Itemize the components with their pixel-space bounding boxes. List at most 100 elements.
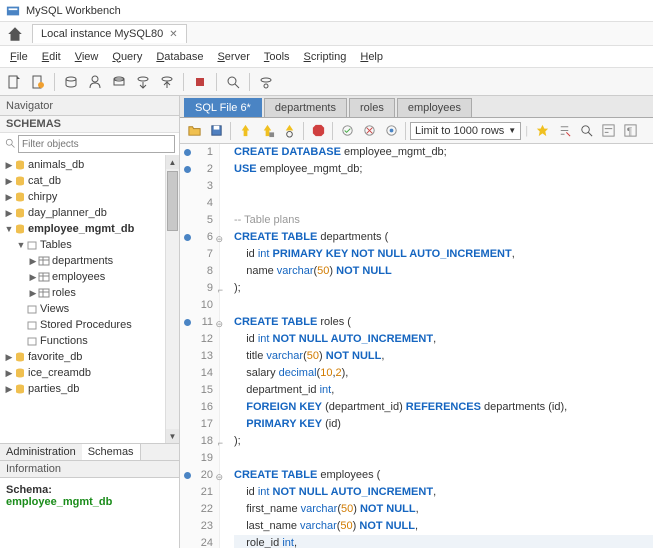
menu-help[interactable]: Help — [354, 49, 389, 65]
tree-item[interactable]: ▶parties_db — [0, 381, 179, 397]
main-toolbar — [0, 68, 653, 96]
tab-schemas[interactable]: Schemas — [82, 444, 141, 460]
svg-text:¶: ¶ — [626, 126, 632, 137]
open-file-icon[interactable] — [184, 121, 204, 141]
tree-item[interactable]: ▼Tables — [0, 237, 179, 253]
schemas-section: SCHEMAS — [0, 116, 179, 133]
menu-scripting[interactable]: Scripting — [298, 49, 353, 65]
connection-tab-label: Local instance MySQL80 — [41, 28, 163, 40]
tree-item[interactable]: ▶departments — [0, 253, 179, 269]
filter-row — [0, 133, 179, 155]
separator — [216, 73, 217, 91]
tree-item[interactable]: ▶animals_db — [0, 157, 179, 173]
commit-icon[interactable] — [337, 121, 357, 141]
autocommit-icon[interactable] — [381, 121, 401, 141]
editor-area: SQL File 6*departmentsrolesemployees Lim… — [180, 96, 653, 548]
explain-icon[interactable] — [279, 121, 299, 141]
stop-query-icon[interactable] — [308, 121, 328, 141]
invisible-icon[interactable]: ¶ — [620, 121, 640, 141]
tree-item[interactable]: Views — [0, 301, 179, 317]
app-icon — [6, 4, 20, 18]
stop-icon[interactable] — [190, 72, 210, 92]
search-icon[interactable] — [4, 137, 16, 152]
editor-tab[interactable]: roles — [349, 98, 395, 117]
navigator-tabs: Administration Schemas — [0, 443, 179, 460]
limit-label: Limit to 1000 rows — [415, 125, 504, 137]
editor-toolbar: Limit to 1000 rows ▼ | ¶ — [180, 118, 653, 144]
schema-value: employee_mgmt_db — [6, 496, 173, 508]
export-icon[interactable] — [133, 72, 153, 92]
tree-item[interactable]: ▶favorite_db — [0, 349, 179, 365]
menubar: FileEditViewQueryDatabaseServerToolsScri… — [0, 46, 653, 68]
execute-icon[interactable] — [235, 121, 255, 141]
execute-current-icon[interactable] — [257, 121, 277, 141]
information-header: Information — [0, 460, 179, 478]
navigator-panel: Navigator SCHEMAS ▶animals_db▶cat_db▶chi… — [0, 96, 180, 548]
tree-item[interactable]: ▶ice_creamdb — [0, 365, 179, 381]
menu-database[interactable]: Database — [150, 49, 209, 65]
search-text-icon[interactable] — [576, 121, 596, 141]
navigator-header: Navigator — [0, 96, 179, 116]
editor-tab[interactable]: SQL File 6* — [184, 98, 262, 117]
information-title: Information — [6, 463, 61, 475]
separator — [303, 122, 304, 140]
tree-item[interactable]: Stored Procedures — [0, 317, 179, 333]
main-area: Navigator SCHEMAS ▶animals_db▶cat_db▶chi… — [0, 96, 653, 548]
tree-item[interactable]: ▶roles — [0, 285, 179, 301]
separator — [332, 122, 333, 140]
limit-select[interactable]: Limit to 1000 rows ▼ — [410, 122, 521, 140]
separator — [183, 73, 184, 91]
dashboard-icon[interactable] — [256, 72, 276, 92]
chevron-down-icon: ▼ — [508, 126, 516, 135]
save-icon[interactable] — [206, 121, 226, 141]
connection-tab[interactable]: Local instance MySQL80 ✕ — [32, 24, 187, 43]
scroll-down-icon[interactable]: ▼ — [166, 429, 179, 443]
separator — [54, 73, 55, 91]
tree-item[interactable]: ▶cat_db — [0, 173, 179, 189]
open-sql-icon[interactable] — [28, 72, 48, 92]
find-icon[interactable] — [554, 121, 574, 141]
tree-item[interactable]: ▶day_planner_db — [0, 205, 179, 221]
separator: | — [525, 125, 528, 137]
menu-server[interactable]: Server — [211, 49, 255, 65]
status-icon[interactable] — [109, 72, 129, 92]
separator — [405, 122, 406, 140]
editor-tab[interactable]: departments — [264, 98, 347, 117]
schema-tree[interactable]: ▶animals_db▶cat_db▶chirpy▶day_planner_db… — [0, 155, 179, 443]
home-icon[interactable] — [6, 25, 24, 43]
menu-view[interactable]: View — [69, 49, 105, 65]
rollback-icon[interactable] — [359, 121, 379, 141]
schema-label: Schema: — [6, 484, 173, 496]
scroll-up-icon[interactable]: ▲ — [166, 155, 179, 169]
user-icon[interactable] — [85, 72, 105, 92]
close-icon[interactable]: ✕ — [169, 29, 177, 40]
editor-tab[interactable]: employees — [397, 98, 472, 117]
wrap-icon[interactable] — [598, 121, 618, 141]
tree-item[interactable]: ▶chirpy — [0, 189, 179, 205]
separator — [230, 122, 231, 140]
filter-input[interactable] — [18, 135, 175, 153]
menu-file[interactable]: File — [4, 49, 34, 65]
new-sql-icon[interactable] — [4, 72, 24, 92]
separator — [249, 73, 250, 91]
inspector-icon[interactable] — [61, 72, 81, 92]
information-body: Schema: employee_mgmt_db — [0, 478, 179, 548]
scroll-thumb[interactable] — [167, 171, 178, 231]
search-icon[interactable] — [223, 72, 243, 92]
tree-item[interactable]: ▼employee_mgmt_db — [0, 221, 179, 237]
navigator-title: Navigator — [6, 100, 53, 112]
import-icon[interactable] — [157, 72, 177, 92]
menu-edit[interactable]: Edit — [36, 49, 67, 65]
connection-tabbar: Local instance MySQL80 ✕ — [0, 22, 653, 46]
scrollbar[interactable]: ▲ ▼ — [165, 155, 179, 443]
menu-query[interactable]: Query — [106, 49, 148, 65]
tree-item[interactable]: ▶employees — [0, 269, 179, 285]
beautify-icon[interactable] — [532, 121, 552, 141]
tab-administration[interactable]: Administration — [0, 444, 82, 460]
editor-tabs: SQL File 6*departmentsrolesemployees — [180, 96, 653, 118]
titlebar: MySQL Workbench — [0, 0, 653, 22]
tree-item[interactable]: Functions — [0, 333, 179, 349]
code-lines[interactable]: CREATE DATABASE employee_mgmt_db;USE emp… — [220, 144, 653, 548]
code-editor[interactable]: 123456⊖789⌐1011⊖12131415161718⌐1920⊖2122… — [180, 144, 653, 548]
menu-tools[interactable]: Tools — [258, 49, 296, 65]
